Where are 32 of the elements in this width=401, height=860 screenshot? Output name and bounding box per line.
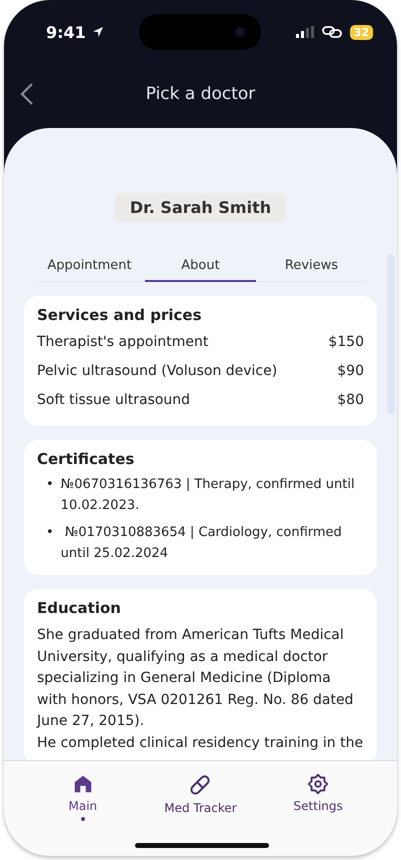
tab[interactable]: Appointment <box>34 252 145 282</box>
service-price: $90 <box>337 362 364 381</box>
tab[interactable]: About <box>145 252 256 282</box>
service-price: $80 <box>337 391 364 410</box>
signal-icon <box>296 26 314 38</box>
pill-icon <box>188 773 212 797</box>
location-arrow-icon <box>92 26 104 38</box>
status-time: 9:41 <box>46 22 86 42</box>
link-icon <box>322 25 342 39</box>
education-paragraph: He completed clinical residency training in the <box>37 734 364 752</box>
nav-item[interactable]: Settings <box>273 773 364 825</box>
bullet: • <box>46 476 54 494</box>
certificate-item: №0670316136763 | Therapy, confirmed until 10.02.2023. <box>60 476 356 515</box>
settings-icon <box>307 773 330 795</box>
certificate-item: №0170310883654 | Cardiology, confirmed until 25.02.2024 <box>60 524 343 563</box>
service-price: $150 <box>328 333 364 352</box>
card-title: Services and prices <box>37 306 203 324</box>
back-button[interactable] <box>20 82 34 106</box>
card-title: Certificates <box>37 450 136 468</box>
battery-indicator: 32 <box>350 24 373 40</box>
tab[interactable]: Reviews <box>256 252 367 282</box>
doctor-name: Dr. Sarah Smith <box>114 193 286 222</box>
bullet: • <box>46 524 54 542</box>
screen-title: Pick a doctor <box>146 84 256 104</box>
nav-item[interactable]: Med Tracker <box>155 773 246 825</box>
service-name: Therapist's appointment <box>37 333 208 352</box>
active-dot <box>80 817 85 821</box>
service-name: Pelvic ultrasound (Voluson device) <box>37 362 278 381</box>
nav-item[interactable]: Main <box>38 773 128 825</box>
education-paragraph: She graduated from American Tufts Medical University, qualifying as a medical doctor specializing in General Medicine (Diploma with honors, VSA 0201261 Reg. No. 86 dated June 27, 2015). <box>37 626 354 731</box>
card-title: Education <box>37 599 122 617</box>
service-name: Soft tissue ultrasound <box>37 391 190 410</box>
